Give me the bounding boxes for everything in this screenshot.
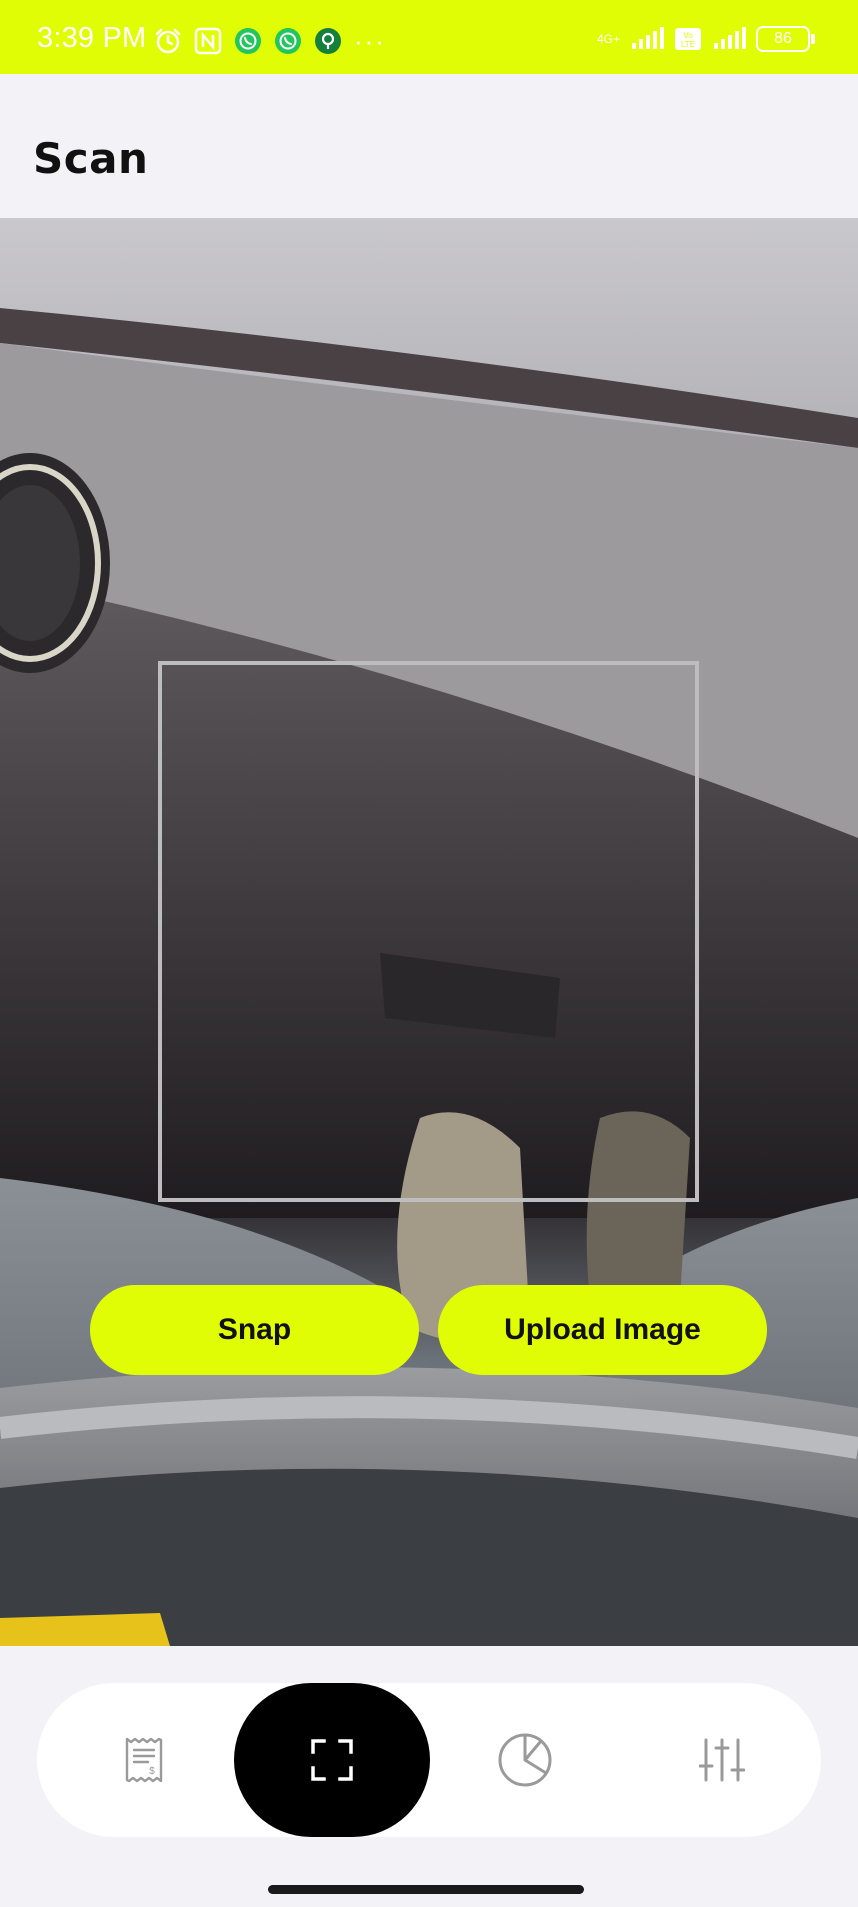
alarm-icon [155,28,181,54]
battery-level: 86 [774,30,792,47]
nav-item-receipts[interactable]: $ [89,1683,199,1837]
volte-icon: Vo LTE [675,28,701,50]
camera-preview[interactable]: Snap Upload Image [0,218,858,1646]
scan-frame-icon [311,1739,353,1781]
snap-button[interactable]: Snap [90,1285,419,1375]
status-notification-icons: ··· [154,27,386,55]
svg-text:Vo: Vo [683,31,693,40]
nav-item-scan[interactable] [234,1683,430,1837]
app-header: Scan [0,74,858,218]
upload-image-button[interactable]: Upload Image [438,1285,767,1375]
signal-icon [632,27,664,49]
status-system-icons: 4G+ Vo LTE 86 [596,26,815,52]
nav-item-statistics[interactable] [470,1683,580,1837]
bottom-area: $ [0,1646,858,1907]
home-indicator[interactable] [268,1885,584,1894]
more-notifications-icon: ··· [354,26,386,56]
pie-chart-icon [498,1733,552,1787]
battery-indicator: 86 [756,26,815,52]
status-time: 3:39 PM [37,22,147,54]
page-title: Scan [33,134,149,183]
whatsapp-icon [235,28,261,54]
network-type: 4G+ [596,32,620,46]
nfc-icon [194,27,222,55]
whatsapp-icon [275,28,301,54]
sliders-icon [699,1738,745,1782]
location-icon [315,28,341,54]
signal-icon [714,27,746,49]
svg-text:LTE: LTE [681,40,695,49]
receipt-icon: $ [125,1737,163,1783]
svg-text:$: $ [149,1766,155,1777]
nav-item-settings[interactable] [667,1683,777,1837]
bottom-navigation: $ [37,1683,821,1837]
status-bar: 3:39 PM ··· 4G+ Vo LTE 86 [0,0,858,74]
scan-target-frame [158,661,699,1202]
